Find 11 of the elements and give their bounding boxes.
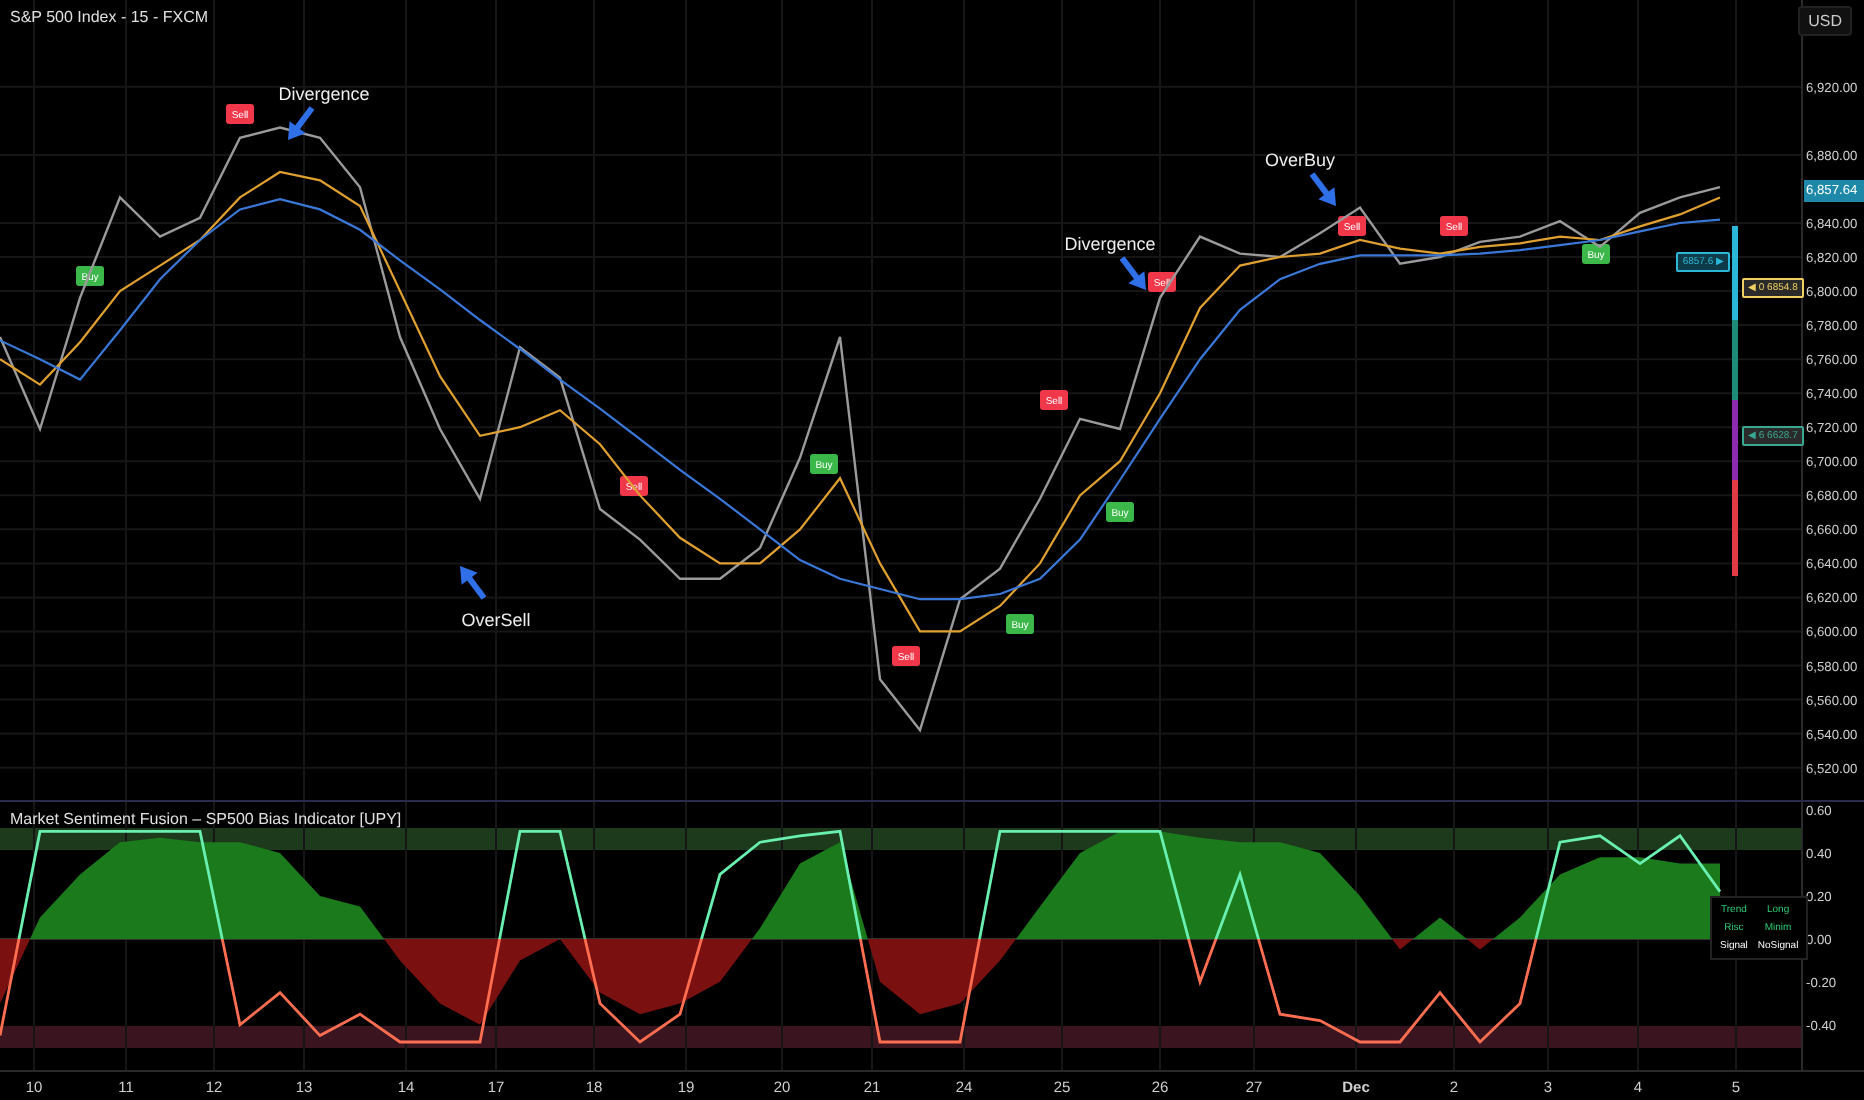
currency-label[interactable]: USD	[1798, 6, 1852, 36]
annotation-label: OverBuy	[1265, 150, 1335, 170]
annotation-label: Divergence	[1064, 234, 1156, 254]
annotation-label: Divergence	[278, 84, 370, 104]
pointer-arrow	[288, 106, 315, 140]
chart-title: S&P 500 Index - 15 - FXCM	[10, 8, 209, 26]
pointer-arrow	[460, 566, 487, 600]
pointer-arrow	[1119, 256, 1146, 290]
annotation-label: OverSell	[461, 610, 531, 630]
pointer-arrow	[1309, 172, 1336, 206]
indicator-title: Market Sentiment Fusion – SP500 Bias Indicator [UPY]	[10, 810, 402, 828]
